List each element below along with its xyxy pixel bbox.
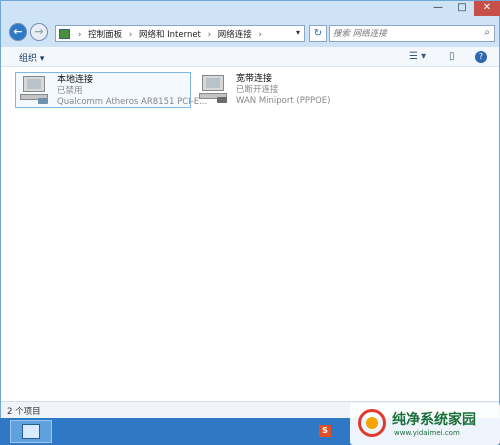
minimize-button[interactable]: — <box>426 1 450 16</box>
control-panel-icon <box>59 29 70 39</box>
watermark-url: www.yidaimei.com <box>394 429 460 437</box>
command-toolbar: 组织 ▾ ☰ ▾ ▯ ? <box>1 47 499 67</box>
item-count: 2 个项目 <box>7 407 41 417</box>
breadcrumb-control-panel[interactable]: 控制面板 <box>88 30 122 40</box>
organize-menu-button[interactable]: 组织 ▾ <box>19 51 44 64</box>
connection-name: 本地连接 <box>57 75 94 85</box>
navigation-bar: ← → › 控制面板 › 网络和 Internet › 网络连接 › ▾ ↻ ⌕ <box>1 17 499 47</box>
breadcrumb-separator: › <box>78 30 82 40</box>
network-connections-window: — □ ✕ ← → › 控制面板 › 网络和 Internet › 网络连接 ›… <box>0 0 500 418</box>
taskbar-explorer-button[interactable] <box>10 420 52 443</box>
preview-pane-icon[interactable]: ▯ <box>449 51 455 62</box>
back-button[interactable]: ← <box>9 23 27 41</box>
address-bar[interactable]: › 控制面板 › 网络和 Internet › 网络连接 › ▾ <box>55 25 305 42</box>
connection-status: 已断开连接 <box>236 85 279 95</box>
connection-item-local[interactable]: 本地连接 已禁用 Qualcomm Atheros AR8151 PCI-E..… <box>15 72 207 108</box>
forward-button[interactable]: → <box>30 23 48 41</box>
network-adapter-icon <box>20 76 50 104</box>
search-input[interactable] <box>333 28 473 40</box>
title-bar: — □ ✕ <box>1 1 500 17</box>
connection-name: 宽带连接 <box>236 74 273 84</box>
connection-item-broadband[interactable]: 宽带连接 已断开连接 WAN Miniport (PPPOE) <box>195 72 371 108</box>
input-method-icon[interactable]: S <box>319 425 331 437</box>
breadcrumb: › 控制面板 › 网络和 Internet › 网络连接 › <box>74 28 266 40</box>
maximize-button[interactable]: □ <box>450 1 474 16</box>
breadcrumb-separator: › <box>258 30 262 40</box>
search-icon[interactable]: ⌕ <box>484 27 490 38</box>
connection-device: WAN Miniport (PPPOE) <box>236 96 331 106</box>
breadcrumb-network-internet[interactable]: 网络和 Internet <box>139 30 201 40</box>
address-dropdown-icon[interactable]: ▾ <box>296 28 300 37</box>
broadband-adapter-icon <box>199 75 229 103</box>
network-window-icon <box>22 424 40 439</box>
watermark-logo-icon <box>358 409 386 437</box>
breadcrumb-separator: › <box>207 30 212 40</box>
close-button[interactable]: ✕ <box>474 1 500 16</box>
change-view-icon[interactable]: ☰ ▾ <box>409 51 426 62</box>
refresh-button[interactable]: ↻ <box>309 25 327 42</box>
connections-pane: 本地连接 已禁用 Qualcomm Atheros AR8151 PCI-E..… <box>1 68 499 401</box>
connection-device: Qualcomm Atheros AR8151 PCI-E... <box>57 97 208 107</box>
help-icon[interactable]: ? <box>475 51 487 63</box>
connection-status: 已禁用 <box>57 86 83 96</box>
watermark-title: 纯净系统家园 <box>392 412 476 428</box>
breadcrumb-network-connections[interactable]: 网络连接 <box>218 30 252 40</box>
watermark-overlay: 纯净系统家园 www.yidaimei.com <box>350 403 500 445</box>
search-box[interactable]: ⌕ <box>329 25 495 42</box>
breadcrumb-separator: › <box>128 30 133 40</box>
